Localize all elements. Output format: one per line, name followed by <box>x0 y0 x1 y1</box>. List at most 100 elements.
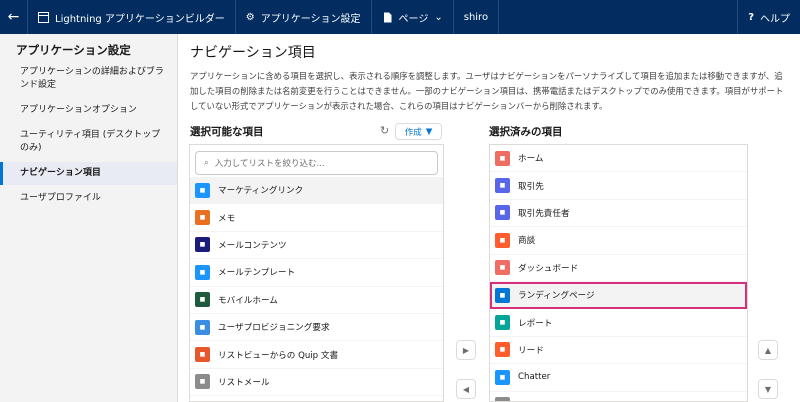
move-down-button[interactable]: ▼ <box>758 379 778 399</box>
arrow-left-icon: ← <box>7 9 20 25</box>
list-item-label: ユーザプロビジョニング要求 <box>218 323 330 334</box>
home-icon: ■ <box>495 150 510 166</box>
chatter-icon: ■ <box>495 369 510 385</box>
list-item-label: ダッシュボード <box>518 263 579 274</box>
add-item-button[interactable]: ▶ <box>456 340 476 360</box>
search-input[interactable]: ⌕ 入力してリストを絞り込む... <box>195 151 438 175</box>
settings-sidebar: アプリケーション設定 アプリケーションの詳細およびブランド設定 アプリケーション… <box>0 34 178 402</box>
list-item[interactable]: ■ リストビューからの Quip 文書 <box>190 341 443 369</box>
list-item[interactable]: ■ ダッシュボード <box>490 255 747 282</box>
lead-icon: ■ <box>495 342 510 358</box>
list-item[interactable]: ■ 商談 <box>490 227 747 255</box>
search-icon: ⌕ <box>204 158 209 168</box>
list-item-label: マーケティングリンク <box>218 186 304 197</box>
email-icon: ■ <box>195 237 210 253</box>
list-item[interactable]: ■ ホーム <box>490 145 747 173</box>
page-description: アプリケーションに含める項目を選択し、表示される順序を調整します。ユーザはナビゲ… <box>190 71 784 111</box>
list-item[interactable]: ■ メールコンテンツ <box>190 232 443 260</box>
app-builder-label: Lightning アプリケーションビルダー <box>55 13 225 25</box>
question-icon: ? <box>748 11 754 23</box>
account-icon: ■ <box>495 178 510 194</box>
list-item-label: レポート <box>518 318 553 329</box>
list-item[interactable]: ■ Chatter <box>490 364 747 392</box>
list-item[interactable]: ■ ユーザプロビジョニング要求 <box>190 314 443 342</box>
help-button[interactable]: ? ヘルプ <box>737 0 800 34</box>
arrow-left-icon: ◀ <box>462 384 470 394</box>
list-item-label: メールコンテンツ <box>218 240 287 251</box>
list-item[interactable]: ■ 取引先責任者 <box>490 200 747 228</box>
file-icon: ■ <box>495 397 510 401</box>
page-title: ナビゲーション項目 <box>190 45 316 61</box>
main-panel: ナビゲーション項目 アプリケーションに含める項目を選択し、表示される順序を調整し… <box>178 34 800 402</box>
back-button[interactable]: ← <box>0 0 28 34</box>
sidebar-item-navigation-items[interactable]: ナビゲーション項目 <box>0 162 177 186</box>
opportunity-icon: ■ <box>495 232 510 248</box>
remove-item-button[interactable]: ◀ <box>456 379 476 399</box>
note-icon: ■ <box>195 210 210 226</box>
list-email-icon: ■ <box>195 374 210 390</box>
list-item-label: モバイルホーム <box>218 295 278 306</box>
list-item-label: ホーム <box>518 154 544 165</box>
app-builder-menu[interactable]: Lightning アプリケーションビルダー <box>28 0 236 34</box>
list-item-label: リード <box>518 345 544 356</box>
landing-page-icon: ■ <box>495 287 510 303</box>
available-items-list: ⌕ 入力してリストを絞り込む... ■ マーケティングリンク ■ メモ ■ メールコンテン… <box>189 144 444 402</box>
list-item[interactable]: ■ファイル <box>490 392 747 401</box>
list-item[interactable]: ■ モバイルホーム <box>190 287 443 314</box>
create-label: 作成 <box>404 127 422 138</box>
arrow-right-icon: ▶ <box>462 345 470 355</box>
refresh-icon[interactable]: ↻ <box>380 124 389 137</box>
list-item[interactable]: ■ 取引先 <box>490 172 747 200</box>
pages-label: ページ <box>398 13 429 25</box>
list-item-label: 商談 <box>518 236 536 247</box>
list-item[interactable]: ■ マーケティングリンク <box>190 177 443 205</box>
list-item-label: リストビューからの Quip 文書 <box>218 350 339 361</box>
top-bar: ← Lightning アプリケーションビルダー ⚙ アプリケーション設定 ペー… <box>0 0 800 34</box>
caret-down-icon: ▼ <box>425 126 433 137</box>
sidebar-item-user-profiles[interactable]: ユーザプロファイル <box>0 187 177 210</box>
list-item-label: Chatter <box>518 372 551 383</box>
list-item-label: メモ <box>218 213 236 224</box>
sidebar-title: アプリケーション設定 <box>16 43 131 57</box>
list-item-label: リストメール <box>218 377 270 388</box>
app-settings-label: アプリケーション設定 <box>260 13 361 25</box>
list-item-label: メールテンプレート <box>218 268 296 279</box>
app-name: shiro <box>454 0 500 34</box>
quip-icon: ■ <box>195 347 210 363</box>
sidebar-item-app-options[interactable]: アプリケーションオプション <box>0 99 177 122</box>
provisioning-icon: ■ <box>195 319 210 335</box>
chevron-down-icon: ⌄ <box>434 11 443 23</box>
selected-items-title: 選択済みの項目 <box>489 126 563 138</box>
list-item[interactable]: ■ リード <box>490 337 747 365</box>
sidebar-item-utility-items[interactable]: ユーティリティ項目 (デスクトップのみ) <box>0 124 177 160</box>
page-icon <box>383 12 392 22</box>
list-item-label: 取引先責任者 <box>518 208 570 219</box>
sidebar-item-app-details[interactable]: アプリケーションの詳細およびブランド設定 <box>0 61 177 97</box>
list-item[interactable]: ■ レポート <box>490 309 747 337</box>
list-item[interactable]: ■ リストメール <box>190 369 443 397</box>
app-settings-tab[interactable]: ⚙ アプリケーション設定 <box>236 0 372 34</box>
pages-dropdown[interactable]: ページ ⌄ <box>372 0 454 34</box>
app-builder-icon <box>38 11 49 23</box>
app-name-label: shiro <box>463 11 489 23</box>
move-up-button[interactable]: ▲ <box>758 340 778 360</box>
help-label: ヘルプ <box>760 13 790 25</box>
create-button[interactable]: 作成 ▼ <box>395 123 442 140</box>
available-items-title: 選択可能な項目 <box>190 126 264 138</box>
search-placeholder: 入力してリストを絞り込む... <box>214 159 325 169</box>
list-item[interactable]: ■ ランディングページ <box>490 281 747 310</box>
list-item-label: 取引先 <box>518 181 544 192</box>
gear-icon: ⚙ <box>245 11 255 23</box>
arrow-up-icon: ▲ <box>764 345 772 355</box>
template-icon: ■ <box>195 264 210 280</box>
selected-items-list: ■ ホーム ■ 取引先 ■ 取引先責任者 ■ 商談 ■ ダッシュボード ■ ランディングページ ■ レポー… <box>489 144 748 402</box>
list-item[interactable]: ■ メモ <box>190 204 443 232</box>
report-icon: ■ <box>495 315 510 331</box>
list-item[interactable]: ■ メールテンプレート <box>190 259 443 287</box>
list-item-label: ランディングページ <box>518 291 595 302</box>
arrow-down-icon: ▼ <box>764 384 772 394</box>
contact-icon: ■ <box>495 205 510 221</box>
home-icon: ■ <box>195 292 210 308</box>
dashboard-icon: ■ <box>495 260 510 276</box>
link-icon: ■ <box>195 182 210 198</box>
